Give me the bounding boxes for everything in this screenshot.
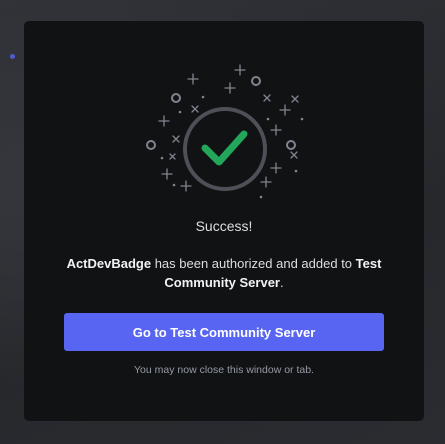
authorization-success-modal: Success! ActDevBadge has been authorized…	[24, 21, 424, 421]
success-title: Success!	[195, 218, 253, 234]
message-middle-text: has been authorized and added to	[151, 256, 356, 271]
authorization-message: ActDevBadge has been authorized and adde…	[54, 254, 394, 292]
check-ring	[183, 107, 267, 191]
go-to-server-button[interactable]: Go to Test Community Server	[64, 313, 384, 351]
close-window-hint: You may now close this window or tab.	[134, 364, 314, 376]
message-end-text: .	[279, 275, 284, 290]
app-name: ActDevBadge	[66, 256, 152, 271]
success-illustration	[146, 64, 304, 199]
background-dot	[10, 54, 15, 59]
